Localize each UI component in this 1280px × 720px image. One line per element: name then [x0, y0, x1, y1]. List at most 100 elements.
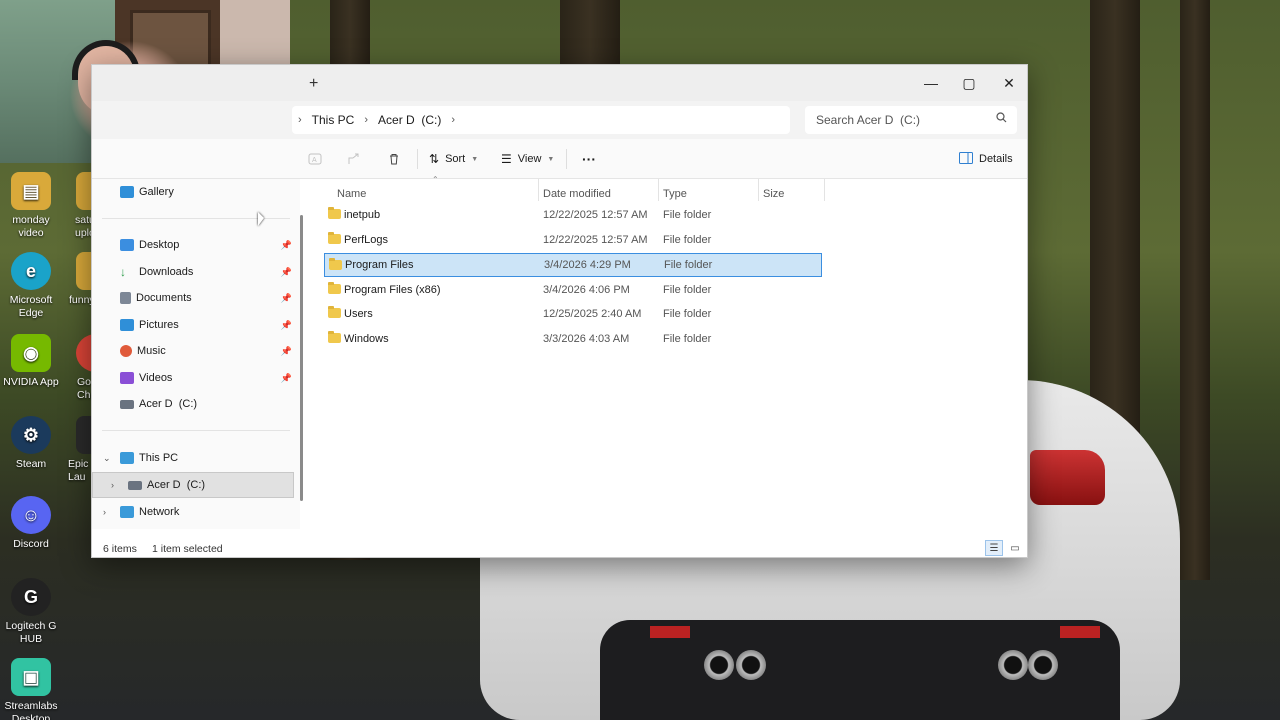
nav-item-drive[interactable]: › Acer D (C:): [92, 472, 294, 498]
delete-icon[interactable]: [387, 149, 401, 169]
nav-scrollbar[interactable]: [300, 215, 303, 501]
file-row[interactable]: Windows 3/3/2026 4:03 AM File folder: [324, 327, 822, 351]
pin-icon[interactable]: 📌: [281, 320, 292, 331]
desktop-icon-nvidia[interactable]: ◉ NVIDIA App: [0, 334, 62, 389]
desktop-icon-discord[interactable]: ☺ Discord: [0, 496, 62, 551]
nvidia-icon: ◉: [11, 334, 51, 372]
nav-item-gallery[interactable]: Gallery: [92, 179, 294, 205]
desktop-icon-streamlabs[interactable]: ▣ Streamlabs Desktop: [0, 658, 62, 720]
details-pane-button[interactable]: Details: [959, 149, 1013, 169]
streamlabs-icon: ▣: [11, 658, 51, 696]
breadcrumb-item-drive[interactable]: Acer D (C:): [378, 113, 441, 127]
pin-icon[interactable]: 📌: [281, 267, 292, 278]
file-row[interactable]: Users 12/25/2025 2:40 AM File folder: [324, 302, 822, 326]
command-bar: A ⇅ Sort ▼ ☰ View ▼ ··· Details: [92, 139, 1027, 179]
nav-item-label: Network: [139, 506, 180, 518]
file-name: Program Files (x86): [344, 284, 441, 296]
desktop-icon-partial[interactable]: funny: [62, 252, 92, 307]
chevron-down-icon[interactable]: ⌄: [103, 453, 111, 464]
file-row[interactable]: inetpub 12/22/2025 12:57 AM File folder: [324, 203, 822, 227]
nav-item-network[interactable]: › Network: [92, 499, 294, 525]
mouse-cursor-icon: [258, 212, 264, 226]
pin-icon[interactable]: 📌: [281, 373, 292, 384]
desktop-icon-label: Epic Lau: [68, 458, 89, 483]
nav-item-drive-quick[interactable]: Acer D (C:): [92, 391, 294, 417]
folder-icon: [328, 306, 341, 318]
item-count: 6 items: [103, 543, 137, 555]
file-row[interactable]: PerfLogs 12/22/2025 12:57 AM File folder: [324, 228, 822, 252]
new-tab-button[interactable]: +: [309, 75, 318, 93]
edge-icon: e: [11, 252, 51, 290]
desktop-icon-partial[interactable]: satu uplo: [62, 172, 92, 240]
desktop-icon-partial[interactable]: Go Chr: [62, 334, 92, 402]
rename-icon[interactable]: A: [308, 149, 322, 169]
desktop-icon-label: Discord: [13, 538, 49, 550]
desktop-icon-steam[interactable]: ⚙ Steam: [0, 416, 62, 471]
exhaust-pipe: [704, 650, 734, 680]
column-divider[interactable]: [538, 179, 539, 201]
column-header-type[interactable]: Type: [663, 183, 687, 205]
nav-item-this-pc[interactable]: ⌄ This PC: [92, 445, 294, 471]
pictures-icon: [120, 319, 134, 331]
title-bar[interactable]: + — ▢ ✕: [92, 65, 1027, 101]
file-row[interactable]: Program Files (x86) 3/4/2026 4:06 PM Fil…: [324, 278, 822, 302]
epic-games-icon: [76, 416, 92, 454]
nav-item-music[interactable]: Music 📌: [92, 338, 294, 364]
chevron-right-icon[interactable]: ›: [111, 480, 114, 490]
desktop-icon-edge[interactable]: e Microsoft Edge: [0, 252, 62, 320]
view-button[interactable]: ☰ View ▼: [501, 149, 554, 169]
close-button[interactable]: ✕: [989, 65, 1029, 101]
more-options-button[interactable]: ···: [582, 149, 596, 169]
file-date: 12/22/2025 12:57 AM: [543, 234, 648, 246]
column-header-date[interactable]: Date modified: [543, 183, 611, 205]
column-header-size[interactable]: Size: [763, 183, 784, 205]
pin-icon[interactable]: 📌: [281, 240, 292, 251]
nav-item-videos[interactable]: Videos 📌: [92, 365, 294, 391]
desktop-icon-ghub[interactable]: G Logitech G HUB: [0, 578, 62, 646]
sort-button[interactable]: ⇅ Sort ▼: [429, 149, 478, 169]
details-view-button[interactable]: ☰: [985, 540, 1003, 556]
maximize-button[interactable]: ▢: [949, 65, 989, 101]
chevron-right-icon[interactable]: ›: [451, 114, 455, 126]
download-icon: ↓: [120, 265, 126, 279]
column-header-name[interactable]: Name: [337, 183, 366, 205]
desktop-icon-partial[interactable]: Epic Lau: [62, 416, 92, 484]
nav-item-label: Pictures: [139, 319, 179, 331]
column-divider[interactable]: [758, 179, 759, 201]
share-icon[interactable]: [347, 149, 361, 169]
nav-item-pictures[interactable]: Pictures 📌: [92, 312, 294, 338]
exhaust-pipe: [736, 650, 766, 680]
file-row-selected[interactable]: Program Files 3/4/2026 4:29 PM File fold…: [324, 253, 822, 277]
nav-item-label: This PC: [139, 452, 179, 464]
tree-trunk: [1180, 0, 1210, 580]
column-divider[interactable]: [824, 179, 825, 201]
minimize-button[interactable]: —: [911, 65, 951, 101]
folder-icon: [76, 172, 92, 210]
column-divider[interactable]: [658, 179, 659, 201]
search-input[interactable]: Search Acer D (C:): [805, 106, 1017, 134]
search-placeholder: Search Acer D (C:): [816, 113, 921, 127]
file-explorer-window[interactable]: + — ▢ ✕ › This PC › Acer D (C:) › Search…: [91, 64, 1028, 558]
pin-icon[interactable]: 📌: [281, 293, 292, 304]
desktop-icon-monday-video[interactable]: ▤ monday video: [0, 172, 62, 240]
chevron-down-icon: ▼: [471, 155, 479, 163]
file-type: File folder: [663, 308, 712, 320]
desktop-icon-label: funny: [69, 294, 92, 306]
chevron-right-icon: ›: [298, 114, 302, 126]
nav-item-documents[interactable]: Documents 📌: [92, 285, 294, 311]
file-name: Program Files: [345, 259, 414, 271]
steam-icon: ⚙: [11, 416, 51, 454]
chevron-right-icon[interactable]: ›: [364, 114, 368, 126]
desktop-icon-label: NVIDIA App: [3, 376, 59, 388]
chevron-right-icon[interactable]: ›: [103, 507, 106, 517]
file-date: 12/22/2025 12:57 AM: [543, 209, 648, 221]
car-reflector: [650, 626, 690, 638]
tiles-view-button[interactable]: ▭: [1006, 540, 1024, 556]
folder-icon: ▤: [11, 172, 51, 210]
nav-item-desktop[interactable]: Desktop 📌: [92, 232, 294, 258]
breadcrumb[interactable]: › This PC › Acer D (C:) ›: [292, 106, 790, 134]
nav-item-downloads[interactable]: ↓ Downloads 📌: [92, 259, 294, 285]
folder-icon: [328, 207, 341, 219]
pin-icon[interactable]: 📌: [281, 346, 292, 357]
breadcrumb-item-this-pc[interactable]: This PC: [312, 113, 355, 127]
